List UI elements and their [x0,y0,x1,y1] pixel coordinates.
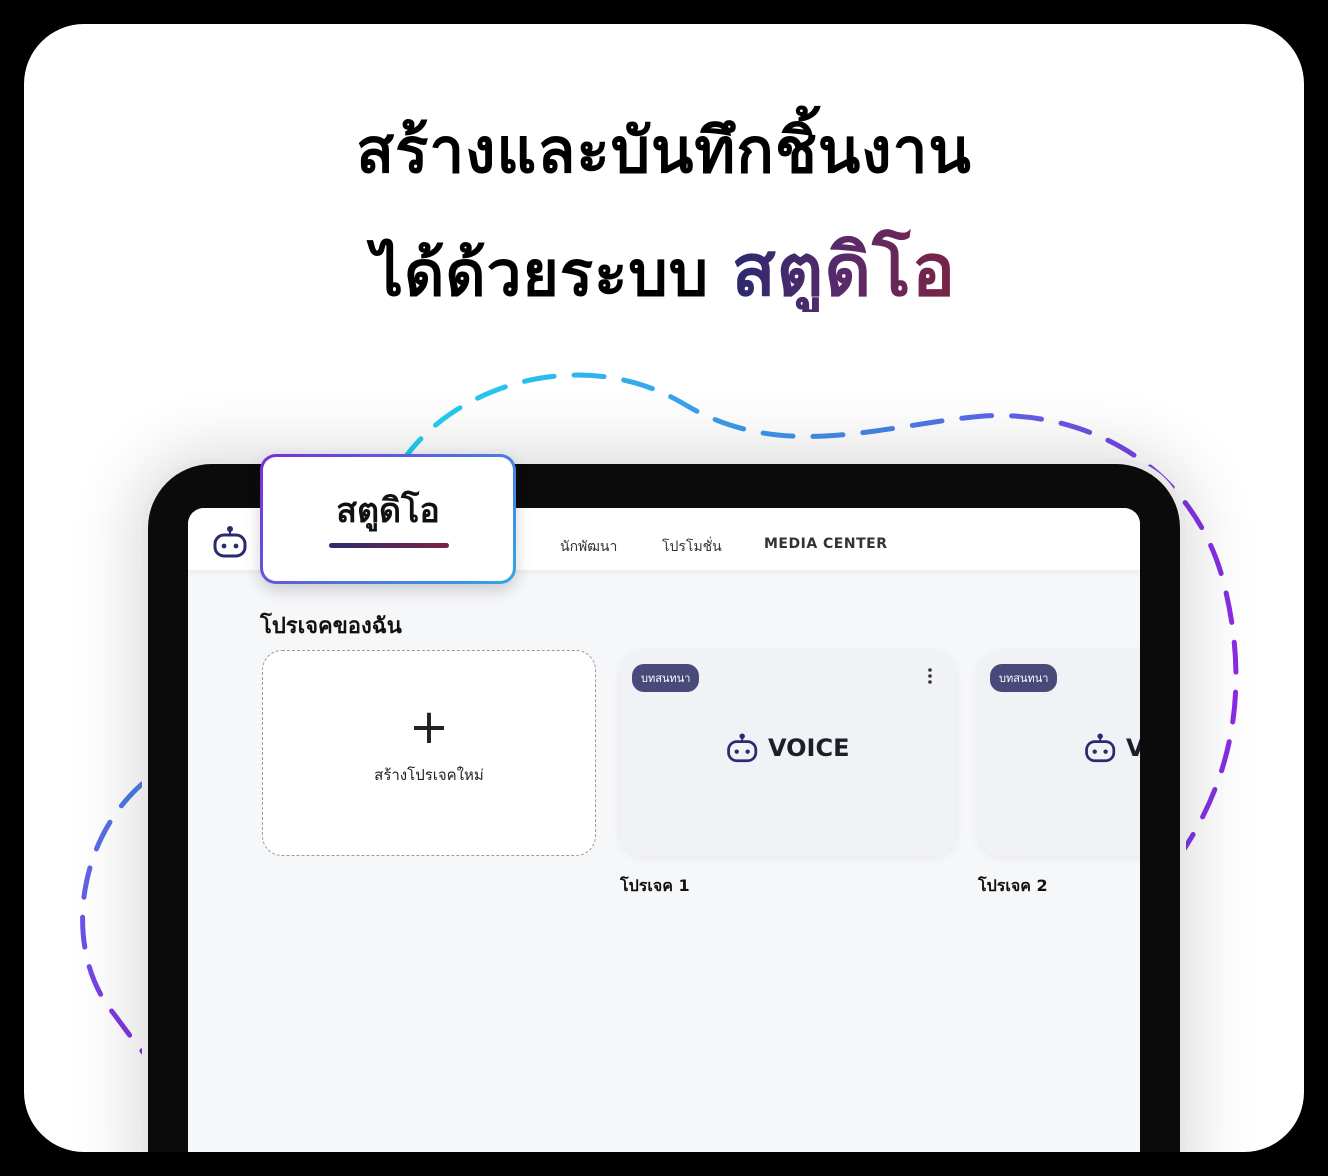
app-screen: นักพัฒนา โปรโมชั่น MEDIA CENTER โปรเจคขอ… [188,508,1140,1152]
new-project-label: สร้างโปรเจคใหม่ [374,766,484,784]
more-vertical-icon[interactable] [928,668,932,684]
studio-label: สตูดิโอ [336,491,440,531]
voice-logo: VOICE [1082,732,1140,764]
project-name[interactable]: โปรเจค 1 [620,874,690,899]
new-project-card[interactable]: + สร้างโปรเจคใหม่ [262,650,596,856]
project-card[interactable]: บทสนทนา VOICE [978,650,1140,856]
promo-card: สร้างและบันทึกชิ้นงาน ได้ด้วยระบบ สตูดิโ… [24,24,1304,1152]
nav-item-media-center[interactable]: MEDIA CENTER [764,536,887,552]
project-tag: บทสนทนา [632,664,700,692]
section-title-my-projects: โปรเจคของฉัน [260,614,402,639]
nav-item-developer[interactable]: นักพัฒนา [560,536,617,558]
plus-icon: + [408,699,450,755]
project-tag: บทสนทนา [990,664,1058,692]
voice-logo-text: VOICE [768,734,850,762]
project-card[interactable]: บทสนทนา VOICE [620,650,956,856]
project-name[interactable]: โปรเจค 2 [978,874,1048,899]
robot-logo-icon [1085,733,1116,763]
studio-underline [329,543,449,548]
voice-logo: VOICE [724,732,850,764]
studio-tab-callout[interactable]: สตูดิโอ [260,454,516,584]
voice-logo-text: VOICE [1126,734,1140,762]
robot-logo-icon [727,733,758,763]
robot-logo-icon[interactable] [210,526,254,558]
nav-item-promotion[interactable]: โปรโมชั่น [662,536,722,558]
